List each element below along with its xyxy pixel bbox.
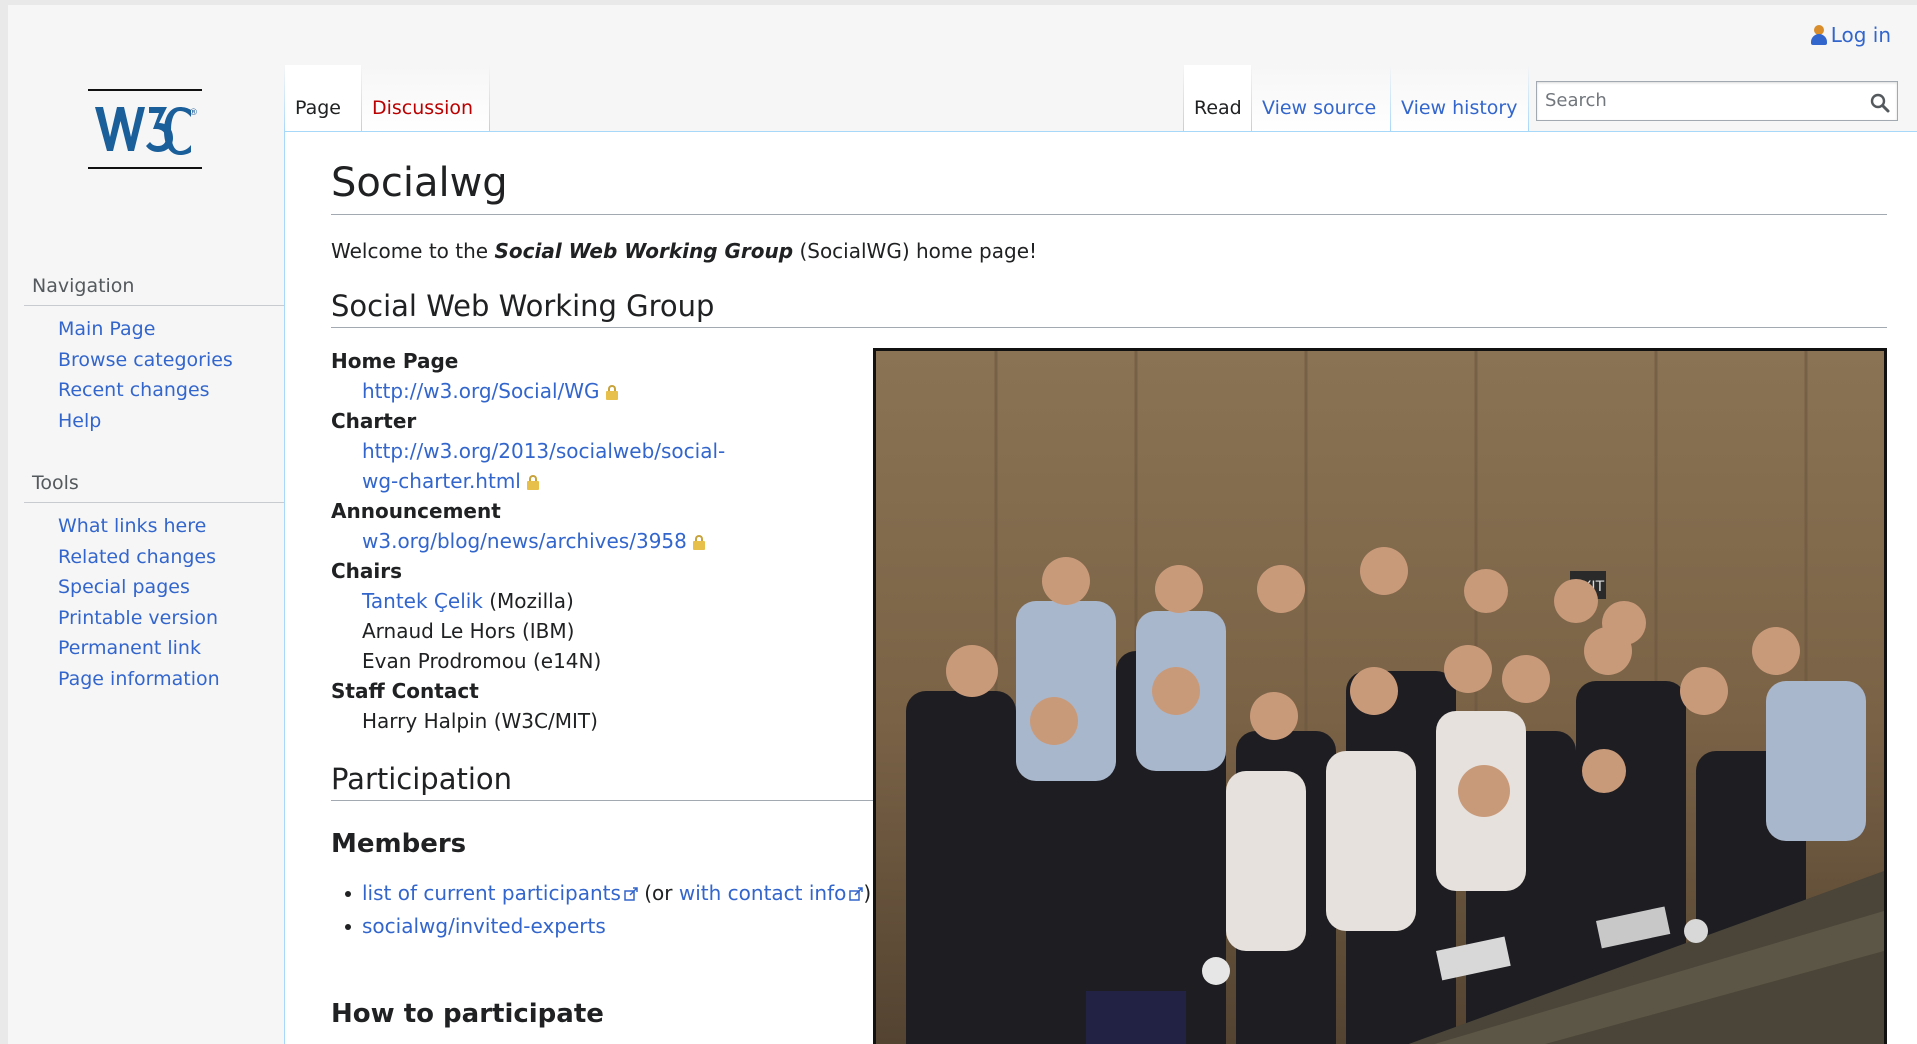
article-body: Socialwg Welcome to the Social Web Worki… bbox=[331, 132, 1887, 1044]
intro-bold: Social Web Working Group bbox=[494, 239, 794, 263]
invited-experts-link[interactable]: socialwg/invited-experts bbox=[362, 914, 606, 938]
sidebar-item-special-pages[interactable]: Special pages bbox=[58, 576, 190, 598]
list-item: socialwg/invited-experts bbox=[345, 910, 1887, 943]
external-link-icon bbox=[849, 887, 864, 901]
search-box bbox=[1536, 81, 1898, 121]
sidebar-item-permanent-link[interactable]: Permanent link bbox=[58, 637, 201, 659]
page-title: Socialwg bbox=[331, 160, 1887, 215]
navigation-portal: Navigation Main Page Browse categories R… bbox=[24, 275, 284, 436]
sidebar: Navigation Main Page Browse categories R… bbox=[24, 275, 284, 730]
search-icon[interactable] bbox=[1869, 92, 1891, 114]
lock-icon bbox=[605, 385, 618, 400]
list-item: list of current participants (or with co… bbox=[345, 877, 1887, 910]
section-heading-participation: Participation bbox=[331, 762, 873, 801]
sidebar-item-recent-changes[interactable]: Recent changes bbox=[58, 379, 210, 401]
chair-link-tantek[interactable]: Tantek Çelik bbox=[362, 589, 483, 613]
tab-discussion[interactable]: Discussion bbox=[362, 65, 489, 133]
tab-view-history[interactable]: View history bbox=[1391, 65, 1528, 133]
intro-paragraph: Welcome to the Social Web Working Group … bbox=[331, 239, 1038, 263]
wiki-page: Log in ® Navigation Main Page Browse cat… bbox=[8, 5, 1917, 1044]
external-link-icon bbox=[624, 887, 638, 901]
content-area: Socialwg Welcome to the Social Web Worki… bbox=[284, 131, 1917, 1044]
tools-heading: Tools bbox=[24, 472, 284, 503]
navigation-list: Main Page Browse categories Recent chang… bbox=[24, 314, 284, 436]
sidebar-item-what-links-here[interactable]: What links here bbox=[58, 515, 206, 537]
lock-icon bbox=[692, 535, 705, 550]
participants-link[interactable]: list of current participants bbox=[362, 881, 638, 905]
sidebar-item-main-page[interactable]: Main Page bbox=[58, 318, 155, 340]
sidebar-item-browse-categories[interactable]: Browse categories bbox=[58, 349, 233, 371]
login-link[interactable]: Log in bbox=[1831, 23, 1891, 47]
home-page-link[interactable]: http://w3.org/Social/WG bbox=[362, 379, 600, 403]
section-heading-socialwg: Social Web Working Group bbox=[331, 289, 1887, 328]
contact-info-link[interactable]: with contact info bbox=[679, 881, 864, 905]
navigation-heading: Navigation bbox=[24, 275, 284, 306]
tab-page[interactable]: Page bbox=[285, 65, 361, 133]
svg-text:®: ® bbox=[189, 108, 197, 118]
members-list: list of current participants (or with co… bbox=[331, 877, 1887, 943]
tab-read[interactable]: Read bbox=[1184, 65, 1251, 133]
sidebar-item-help[interactable]: Help bbox=[58, 410, 101, 432]
announcement-link[interactable]: w3.org/blog/news/archives/3958 bbox=[362, 529, 687, 553]
tools-portal: Tools What links here Related changes Sp… bbox=[24, 472, 284, 694]
w3c-logo-icon: ® bbox=[95, 107, 197, 155]
tools-list: What links here Related changes Special … bbox=[24, 511, 284, 694]
lock-icon bbox=[526, 475, 539, 490]
sidebar-item-page-information[interactable]: Page information bbox=[58, 668, 220, 690]
tab-view-source[interactable]: View source bbox=[1252, 65, 1390, 133]
search-input[interactable] bbox=[1537, 82, 1857, 118]
user-icon bbox=[1810, 25, 1827, 45]
sidebar-item-printable-version[interactable]: Printable version bbox=[58, 607, 218, 629]
charter-link[interactable]: http://w3.org/2013/socialweb/social-wg-c… bbox=[362, 439, 725, 493]
site-logo[interactable]: ® bbox=[88, 89, 202, 169]
personal-tools: Log in bbox=[1810, 23, 1891, 47]
sidebar-item-related-changes[interactable]: Related changes bbox=[58, 546, 216, 568]
